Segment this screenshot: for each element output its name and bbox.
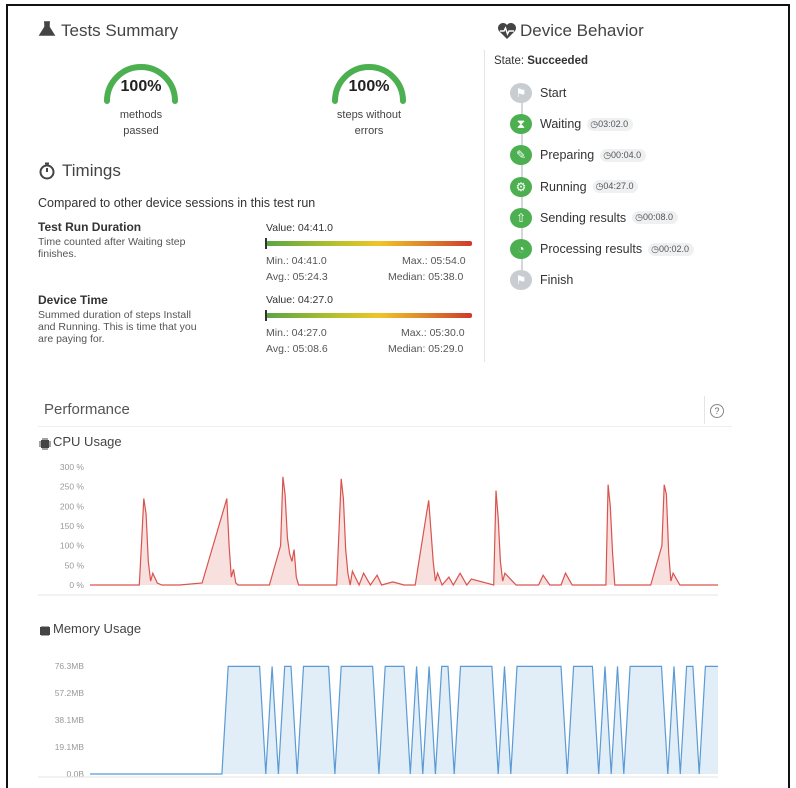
behavior-step: ⚙ Running ◷04:27.0 bbox=[510, 176, 639, 197]
run-duration-max: Max.: 05:54.0 bbox=[402, 255, 466, 267]
run-duration-min: Min.: 04:41.0 bbox=[266, 255, 327, 267]
stopwatch-icon bbox=[38, 162, 56, 185]
behavior-step-label: Sending results bbox=[540, 210, 627, 225]
state-value: Succeeded bbox=[527, 55, 588, 67]
state-line: State: Succeeded bbox=[494, 55, 588, 67]
behavior-step-label: Finish bbox=[540, 273, 574, 288]
series-area bbox=[90, 476, 718, 585]
state-label: State: bbox=[494, 55, 525, 67]
behavior-step-label: Waiting bbox=[540, 117, 582, 132]
help-icon[interactable]: ? bbox=[710, 404, 724, 418]
timings-compare-text: Compared to other device sessions in thi… bbox=[38, 196, 316, 210]
device-time-avg: Avg.: 05:08.6 bbox=[266, 343, 328, 355]
run-duration-avg: Avg.: 05:24.3 bbox=[266, 271, 328, 283]
behavior-step: ⚑ Start bbox=[510, 83, 566, 103]
series-area bbox=[90, 666, 718, 774]
behavior-step: ⧗ Waiting ◷03:02.0 bbox=[510, 114, 634, 135]
y-tick-label: 200 % bbox=[60, 501, 85, 511]
behavior-step-time: ◷04:27.0 bbox=[592, 180, 639, 194]
methods-passed-label-1: methods bbox=[119, 109, 163, 121]
gears-icon: ⚙ bbox=[510, 176, 532, 197]
y-tick-label: 57.2MB bbox=[55, 688, 85, 698]
behavior-step-time: ◷00:02.0 bbox=[648, 242, 695, 256]
cpu-usage-title: CPU Usage bbox=[53, 434, 122, 449]
flag-finish-icon: ⚑ bbox=[510, 270, 532, 291]
hourglass-icon: ⧗ bbox=[510, 114, 532, 135]
device-time-desc-1: Summed duration of steps Install bbox=[38, 309, 191, 321]
steps-without-errors-label-2: errors bbox=[354, 125, 384, 137]
performance-header-divider bbox=[704, 396, 705, 424]
cloud-upload-icon: ⇧ bbox=[510, 207, 532, 228]
behavior-step-time: ◷03:02.0 bbox=[587, 117, 634, 131]
steps-without-errors-label-1: steps without bbox=[336, 109, 402, 121]
tests-summary-title: Tests Summary bbox=[61, 21, 179, 40]
y-tick-label: 0 % bbox=[69, 580, 84, 590]
y-tick-label: 19.1MB bbox=[55, 742, 85, 752]
flask-icon bbox=[38, 20, 58, 40]
methods-passed-value: 100% bbox=[120, 78, 162, 95]
memory-icon bbox=[39, 624, 51, 642]
flag-icon: ⚑ bbox=[510, 83, 532, 103]
y-tick-label: 250 % bbox=[60, 482, 85, 492]
behavior-step-label: Preparing bbox=[540, 148, 595, 163]
device-time-marker bbox=[265, 310, 267, 321]
performance-title: Performance bbox=[44, 401, 130, 418]
heartbeat-icon bbox=[497, 22, 517, 45]
performance-header bbox=[38, 392, 732, 427]
y-tick-label: 100 % bbox=[60, 541, 85, 551]
behavior-step-label: Start bbox=[540, 86, 567, 100]
behavior-step-time: ◷00:08.0 bbox=[632, 211, 679, 225]
run-duration-desc-1: Time counted after Waiting step bbox=[38, 236, 186, 248]
behavior-step: ✎ Preparing ◷00:04.0 bbox=[510, 145, 647, 166]
y-tick-label: 76.3MB bbox=[55, 661, 85, 671]
methods-passed-label-2: passed bbox=[123, 125, 159, 137]
section-divider bbox=[484, 50, 485, 362]
series-line bbox=[90, 476, 718, 587]
device-time-bar bbox=[266, 313, 472, 318]
wrench-icon: ✎ bbox=[510, 145, 532, 166]
y-tick-label: 150 % bbox=[60, 521, 85, 531]
y-tick-label: 38.1MB bbox=[55, 715, 85, 725]
device-time-max: Max.: 05:30.0 bbox=[401, 327, 465, 339]
memory-usage-chart: 76.3MB57.2MB38.1MB19.1MB0.0B bbox=[38, 661, 718, 779]
run-duration-title: Test Run Duration bbox=[38, 220, 142, 234]
memory-usage-title: Memory Usage bbox=[53, 621, 142, 636]
run-duration-bar bbox=[266, 241, 472, 246]
cpu-usage-chart: 300 % 250 % 200 % 150 % 100 % 50 % 0 % bbox=[38, 462, 718, 596]
run-duration-desc-2: finishes. bbox=[38, 248, 77, 260]
behavior-step-time: ◷00:04.0 bbox=[600, 148, 647, 162]
behavior-step-label: Processing results bbox=[540, 242, 643, 256]
behavior-step: ⇧ Sending results ◷00:08.0 bbox=[510, 207, 679, 228]
run-duration-value: Value: 04:41.0 bbox=[266, 222, 333, 234]
device-time-desc-3: are paying for. bbox=[38, 333, 105, 345]
y-tick-label: 50 % bbox=[65, 560, 85, 570]
device-behavior-title: Device Behavior bbox=[520, 21, 644, 40]
device-time-desc-2: and Running. This is time that you bbox=[38, 321, 197, 333]
timings-title: Timings bbox=[62, 161, 121, 180]
run-duration-median: Median: 05:38.0 bbox=[388, 271, 464, 283]
device-time-median: Median: 05:29.0 bbox=[388, 343, 464, 355]
behavior-step-label: Running bbox=[540, 179, 587, 194]
device-time-min: Min.: 04:27.0 bbox=[266, 327, 327, 339]
device-time-title: Device Time bbox=[38, 293, 108, 307]
run-duration-marker bbox=[265, 238, 267, 249]
steps-without-errors-value: 100% bbox=[348, 78, 390, 95]
cpu-chip-icon bbox=[39, 437, 51, 455]
behavior-step: ⚑ Finish bbox=[510, 270, 574, 291]
pie-icon: ◔ bbox=[510, 239, 532, 259]
y-tick-label: 300 % bbox=[60, 462, 85, 472]
device-time-value: Value: 04:27.0 bbox=[266, 294, 333, 306]
behavior-step: ◔ Processing results ◷00:02.0 bbox=[510, 239, 695, 259]
